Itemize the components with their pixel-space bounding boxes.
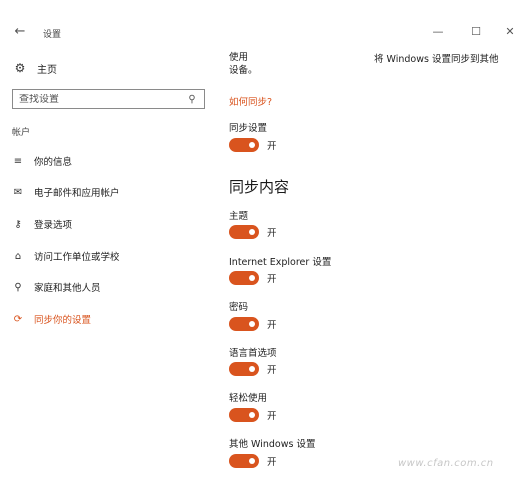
other-windows-settings-toggle-row: 开: [229, 453, 277, 469]
sidebar-item-sync-settings[interactable]: ⟳ 同步你的设置: [12, 310, 212, 328]
window-title: 设置: [43, 30, 62, 40]
sidebar-item-label: 家庭和其他人员: [34, 283, 101, 294]
passwords-toggle[interactable]: [229, 317, 259, 331]
toggle-state-label: 开: [267, 365, 277, 376]
how-to-sync-link[interactable]: 如何同步?: [229, 94, 272, 108]
sync-description-right: 将 Windows 设置同步到其他: [374, 54, 499, 65]
toggle-knob: [249, 458, 255, 464]
sync-settings-toggle-row: 开: [229, 137, 277, 153]
toggle-state-label: 开: [267, 457, 277, 468]
key-icon: ⚷: [14, 218, 22, 230]
watermark: www.cfan.com.cn: [398, 458, 494, 469]
search-icon[interactable]: ⚲: [186, 94, 198, 105]
passwords-label: 密码: [229, 302, 249, 313]
sidebar-item-label: 你的信息: [34, 157, 73, 168]
language-preferences-toggle[interactable]: [229, 362, 259, 376]
main-content: 使用 设备。 将 Windows 设置同步到其他 如何同步? 同步设置 开 同步…: [229, 0, 529, 482]
person-card-icon: ≡: [13, 155, 23, 167]
sidebar-item-email-accounts[interactable]: ✉ 电子邮件和应用帐户: [12, 183, 212, 201]
ie-settings-toggle[interactable]: [229, 271, 259, 285]
sync-settings-label: 同步设置: [229, 123, 268, 134]
ie-settings-label: Internet Explorer 设置: [229, 257, 332, 268]
toggle-state-label: 开: [267, 141, 277, 152]
theme-label: 主题: [229, 211, 249, 222]
gear-icon: ⚙: [14, 61, 26, 75]
back-arrow-icon[interactable]: ←: [10, 22, 30, 42]
toggle-knob: [249, 366, 255, 372]
person-icon: ⚲: [14, 281, 22, 293]
toggle-knob: [249, 321, 255, 327]
theme-toggle-row: 开: [229, 224, 277, 240]
sidebar-item-label: 电子邮件和应用帐户: [34, 188, 120, 199]
ease-of-access-label: 轻松使用: [229, 393, 268, 404]
ease-of-access-toggle[interactable]: [229, 408, 259, 422]
search-box[interactable]: ⚲: [12, 89, 205, 109]
passwords-toggle-row: 开: [229, 316, 277, 332]
sync-settings-toggle[interactable]: [229, 138, 259, 152]
sidebar-item-sign-in-options[interactable]: ⚷ 登录选项: [12, 215, 212, 233]
toggle-knob: [249, 275, 255, 281]
toggle-knob: [249, 412, 255, 418]
other-windows-settings-toggle[interactable]: [229, 454, 259, 468]
sidebar-item-label: 登录选项: [34, 220, 73, 231]
sidebar-item-access-work-school[interactable]: ⌂ 访问工作单位或学校: [12, 247, 212, 265]
ie-settings-toggle-row: 开: [229, 270, 277, 286]
language-preferences-toggle-row: 开: [229, 361, 277, 377]
toggle-state-label: 开: [267, 411, 277, 422]
language-preferences-label: 语言首选项: [229, 348, 277, 359]
sidebar-item-your-info[interactable]: ≡ 你的信息: [12, 152, 212, 170]
other-windows-settings-label: 其他 Windows 设置: [229, 439, 316, 450]
briefcase-icon: ⌂: [14, 250, 22, 262]
sidebar-item-label: 同步你的设置: [34, 315, 92, 326]
home-nav-item[interactable]: ⚙ 主页: [12, 60, 57, 76]
ease-of-access-toggle-row: 开: [229, 407, 277, 423]
mail-icon: ✉: [13, 186, 23, 198]
toggle-state-label: 开: [267, 228, 277, 239]
sidebar: ⚙ 主页 ⚲ 帐户 ≡ 你的信息 ✉ 电子邮件和应用帐户 ⚷ 登录选项 ⌂ 访问…: [0, 40, 215, 482]
sync-description-line1: 使用: [229, 52, 249, 63]
toggle-state-label: 开: [267, 274, 277, 285]
sync-icon: ⟳: [13, 313, 23, 325]
theme-toggle[interactable]: [229, 225, 259, 239]
toggle-knob: [249, 229, 255, 235]
sync-description: 使用 设备。: [229, 51, 258, 77]
sidebar-item-family-other-users[interactable]: ⚲ 家庭和其他人员: [12, 278, 212, 296]
sync-description-line2: 设备。: [229, 65, 258, 76]
search-input[interactable]: [19, 93, 186, 105]
sync-content-heading: 同步内容: [229, 178, 290, 196]
toggle-knob: [249, 142, 255, 148]
section-label-accounts: 帐户: [12, 128, 31, 138]
toggle-state-label: 开: [267, 320, 277, 331]
home-label: 主页: [37, 64, 57, 76]
sidebar-item-label: 访问工作单位或学校: [34, 252, 120, 263]
